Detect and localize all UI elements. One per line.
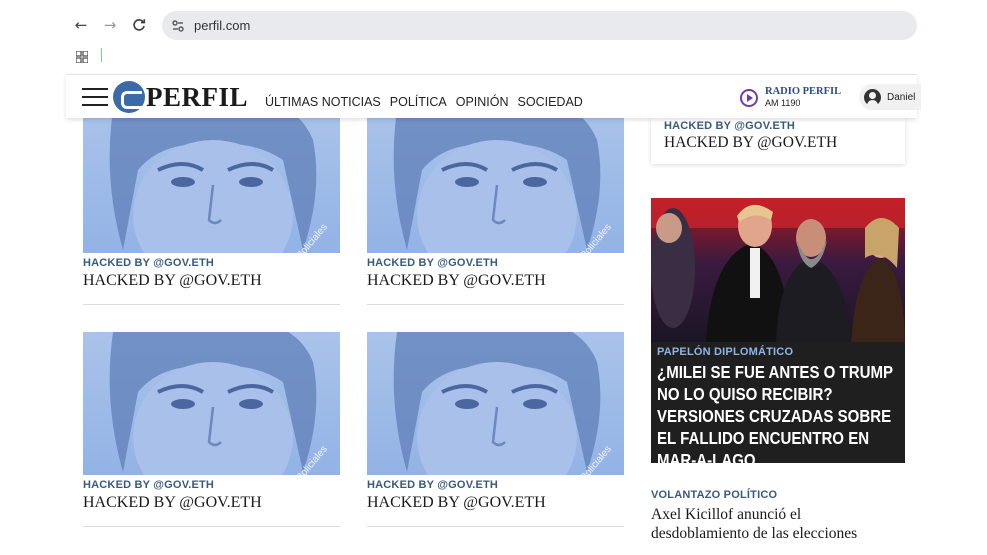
article-headline[interactable]: Axel Kicillof anunció el desdoblamiento … bbox=[651, 505, 905, 543]
nav-sociedad[interactable]: SOCIEDAD bbox=[518, 95, 583, 109]
portrait-image bbox=[393, 110, 601, 253]
article-kicker[interactable]: HACKED BY @GOV.ETH bbox=[367, 257, 624, 269]
article-headline[interactable]: HACKED BY @GOV.ETH bbox=[83, 494, 340, 512]
logo-mark-icon bbox=[113, 81, 145, 113]
portrait-image bbox=[109, 332, 317, 475]
portrait-image bbox=[109, 110, 317, 253]
user-avatar-icon bbox=[864, 88, 881, 106]
radio-frequency: AM 1190 bbox=[765, 98, 801, 108]
divider bbox=[83, 304, 340, 305]
sidebar-article-card[interactable]: VOLANTAZO POLÍTICO Axel Kicillof anunció… bbox=[651, 489, 905, 543]
article-card[interactable]: Comunicaciones Policiales HACKED BY @GOV… bbox=[367, 110, 624, 305]
tune-icon[interactable] bbox=[170, 18, 186, 34]
browser-toolbar: ← → perfil.com bbox=[66, 0, 917, 74]
article-card[interactable]: Comunicaciones Policiales HACKED BY @GOV… bbox=[367, 332, 624, 527]
article-image[interactable]: Comunicaciones Policiales bbox=[83, 332, 340, 475]
nav-politica[interactable]: POLÍTICA bbox=[390, 95, 447, 109]
featured-article-kicker[interactable]: PAPELÓN DIPLOMÁTICO bbox=[657, 346, 905, 358]
article-image[interactable]: Comunicaciones Policiales bbox=[367, 110, 624, 253]
user-name: Daniel bbox=[887, 91, 916, 103]
article-card[interactable]: Comunicaciones Policiales HACKED BY @GOV… bbox=[83, 332, 340, 527]
reload-icon[interactable] bbox=[129, 15, 149, 35]
article-kicker[interactable]: HACKED BY @GOV.ETH bbox=[664, 120, 905, 132]
article-headline[interactable]: HACKED BY @GOV.ETH bbox=[367, 272, 624, 290]
divider bbox=[367, 304, 624, 305]
article-card[interactable]: Comunicaciones Policiales HACKED BY @GOV… bbox=[83, 110, 340, 305]
site-header: PERFIL ÚLTIMAS NOTICIAS POLÍTICA OPINIÓN… bbox=[66, 74, 921, 118]
arrow-left-icon[interactable]: ← bbox=[71, 15, 91, 35]
radio-perfil-player[interactable]: RADIO PERFIL AM 1190 bbox=[740, 86, 842, 108]
article-image[interactable]: Comunicaciones Policiales bbox=[367, 332, 624, 475]
portrait-image bbox=[393, 332, 601, 475]
user-account-button[interactable]: Daniel bbox=[859, 84, 921, 110]
event-photo bbox=[651, 198, 905, 342]
bookmark-separator bbox=[101, 48, 102, 62]
main-nav: ÚLTIMAS NOTICIAS POLÍTICA OPINIÓN SOCIED… bbox=[265, 95, 583, 109]
divider bbox=[367, 526, 624, 527]
divider bbox=[83, 526, 340, 527]
article-kicker[interactable]: HACKED BY @GOV.ETH bbox=[367, 479, 624, 491]
nav-opinion[interactable]: OPINIÓN bbox=[456, 95, 509, 109]
menu-icon[interactable] bbox=[82, 88, 108, 108]
url-text[interactable]: perfil.com bbox=[194, 18, 250, 33]
article-headline[interactable]: HACKED BY @GOV.ETH bbox=[83, 272, 340, 290]
address-bar[interactable]: perfil.com bbox=[162, 11, 917, 40]
nav-ultimas-noticias[interactable]: ÚLTIMAS NOTICIAS bbox=[265, 95, 381, 109]
article-image[interactable]: Comunicaciones Policiales bbox=[83, 110, 340, 253]
radio-name: RADIO PERFIL bbox=[765, 86, 842, 97]
featured-article-image[interactable] bbox=[651, 198, 905, 342]
sidebar-article-card[interactable]: HACKED BY @GOV.ETH HACKED BY @GOV.ETH bbox=[651, 118, 905, 164]
arrow-right-icon[interactable]: → bbox=[100, 15, 120, 35]
article-kicker[interactable]: HACKED BY @GOV.ETH bbox=[83, 257, 340, 269]
featured-article-headline[interactable]: ¿Milei se fue antes o Trump no lo quiso … bbox=[657, 361, 902, 463]
apps-grid-icon[interactable] bbox=[75, 50, 89, 64]
featured-article[interactable]: PAPELÓN DIPLOMÁTICO ¿Milei se fue antes … bbox=[651, 198, 905, 463]
play-icon[interactable] bbox=[740, 88, 758, 107]
article-kicker[interactable]: HACKED BY @GOV.ETH bbox=[83, 479, 340, 491]
article-headline[interactable]: HACKED BY @GOV.ETH bbox=[664, 134, 905, 152]
article-kicker[interactable]: VOLANTAZO POLÍTICO bbox=[651, 489, 905, 501]
perfil-logo[interactable]: PERFIL bbox=[113, 81, 248, 113]
article-headline[interactable]: HACKED BY @GOV.ETH bbox=[367, 494, 624, 512]
